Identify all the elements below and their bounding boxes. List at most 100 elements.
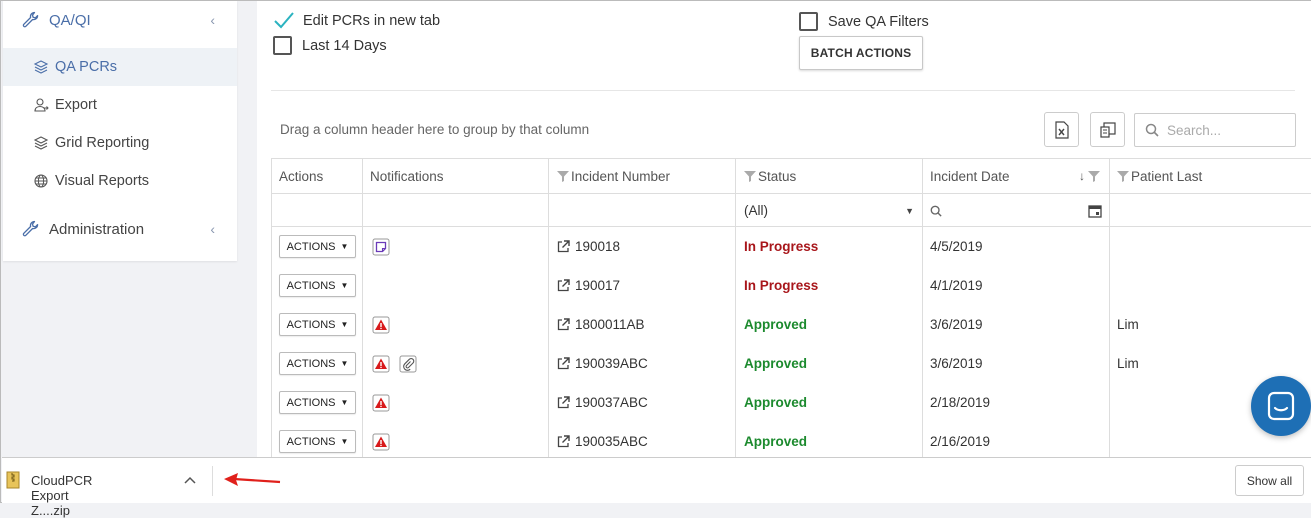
row-actions-button[interactable]: ACTIONS ▼ [279,313,356,336]
table-row: ACTIONS ▼ 190018 In Progress 4/5/2019 [272,227,1311,266]
sidebar-item-export[interactable]: Export [3,86,237,124]
incident-number: 190039ABC [575,356,648,371]
sidebar-section-administration[interactable]: Administration ‹ [3,210,237,248]
incident-number: 190037ABC [575,395,648,410]
column-header-incident-number[interactable]: Incident Number [557,159,670,193]
actions-cell: ACTIONS ▼ [279,266,356,305]
table-row: ACTIONS ▼ 1800011AB Approved 3/6/2019 Lim [272,305,1311,344]
sidebar-section-label: QA/QI [49,11,91,29]
row-actions-button[interactable]: ACTIONS ▼ [279,274,356,297]
row-actions-label: ACTIONS [286,318,336,331]
filter-icon [1117,171,1129,182]
checkmark-icon [274,12,294,29]
search-input[interactable] [1167,122,1287,138]
date-filter-input[interactable] [930,194,1102,227]
actions-cell: ACTIONS ▼ [279,227,356,266]
incident-number-link[interactable]: 190039ABC [557,344,648,383]
show-all-downloads-button[interactable]: Show all [1235,465,1304,496]
actions-cell: ACTIONS ▼ [279,344,356,383]
column-chooser-button[interactable] [1090,112,1125,147]
external-link-icon [557,435,570,448]
status-cell: Approved [744,356,808,371]
actions-cell: ACTIONS ▼ [279,422,356,458]
calendar-icon[interactable] [1088,204,1102,218]
row-actions-label: ACTIONS [286,396,336,409]
warning-icon[interactable] [372,355,390,373]
dropdown-caret-icon: ▼ [340,359,349,368]
incident-number-link[interactable]: 190018 [557,227,620,266]
sidebar-item-label: Export [55,97,97,113]
incident-number-link[interactable]: 190037ABC [557,383,648,422]
edit-new-tab-checkbox[interactable]: Edit PCRs in new tab [273,11,440,30]
dropdown-caret-icon: ▼ [340,320,349,329]
sidebar-item-qa-pcrs[interactable]: QA PCRs [3,48,237,86]
incident-date-cell: 4/1/2019 [930,278,983,293]
row-actions-label: ACTIONS [286,435,336,448]
notifications-cell [372,344,426,383]
table-row: ACTIONS ▼ 190039ABC Approved 3/6/2019 Lim [272,344,1311,383]
chat-launcher-button[interactable] [1251,376,1311,436]
chevron-up-icon[interactable] [180,470,200,490]
row-actions-button[interactable]: ACTIONS ▼ [279,430,356,453]
dropdown-caret-icon: ▼ [905,205,914,216]
status-cell: Approved [744,317,808,332]
column-header-notifications[interactable]: Notifications [370,159,444,193]
column-header-patient-last[interactable]: Patient Last [1117,159,1202,193]
search-box[interactable] [1134,113,1296,147]
data-grid: Actions Notifications Incident Number St… [271,158,1311,458]
divider [271,90,1295,91]
incident-number-link[interactable]: 1800011AB [557,305,645,344]
column-header-label: Incident Number [571,168,671,184]
column-header-label: Notifications [370,168,444,184]
incident-number: 1800011AB [575,317,645,332]
status-cell: Approved [744,395,808,410]
incident-date-cell: 2/18/2019 [930,395,991,410]
sidebar-item-grid-reporting[interactable]: Grid Reporting [3,124,237,162]
dropdown-caret-icon: ▼ [340,437,349,446]
checkbox-box [799,12,818,31]
divider [212,466,213,496]
incident-date-cell: 2/16/2019 [930,434,991,449]
row-actions-button[interactable]: ACTIONS ▼ [279,352,356,375]
layers-icon [33,136,49,150]
external-link-icon [557,396,570,409]
external-link-icon [557,240,570,253]
table-row: ACTIONS ▼ 190017 In Progress 4/1/2019 [272,266,1311,305]
column-header-label: Incident Date [930,168,1010,184]
download-filename: CloudPCR Export Z....zip [31,473,93,518]
dropdown-caret-icon: ▼ [340,242,349,251]
paperclip-icon[interactable] [399,355,417,373]
chevron-left-icon: ‹ [210,221,215,237]
status-filter-select[interactable]: (All) ▼ [744,194,914,227]
filter-icon [744,171,756,182]
sidebar-item-visual-reports[interactable]: Visual Reports [3,162,237,200]
column-header-actions[interactable]: Actions [279,159,323,193]
excel-export-button[interactable] [1044,112,1079,147]
status-filter-value: (All) [744,203,768,218]
incident-number: 190017 [575,278,621,293]
save-qa-filters-checkbox[interactable]: Save QA Filters [799,12,929,31]
external-link-icon [557,279,570,292]
row-actions-button[interactable]: ACTIONS ▼ [279,235,356,258]
actions-cell: ACTIONS ▼ [279,305,356,344]
batch-actions-button[interactable]: BATCH ACTIONS [799,36,923,70]
chat-icon [1267,391,1295,421]
warning-icon[interactable] [372,394,390,412]
dropdown-caret-icon: ▼ [340,398,349,407]
sidebar-section-qaqi[interactable]: QA/QI ‹ [3,1,237,39]
incident-number-link[interactable]: 190017 [557,266,620,305]
last-14-days-checkbox[interactable]: Last 14 Days [273,36,387,55]
search-icon [930,205,942,217]
row-actions-button[interactable]: ACTIONS ▼ [279,391,356,414]
wrench-icon [22,11,39,28]
column-header-label: Status [758,168,797,184]
column-header-incident-date[interactable]: Incident Date ↓ [930,159,1102,193]
incident-number-link[interactable]: 190035ABC [557,422,648,458]
notifications-cell [372,422,399,458]
warning-icon[interactable] [372,316,390,334]
filter-icon [1088,171,1100,182]
note-icon[interactable] [372,238,390,256]
column-header-status[interactable]: Status [744,159,796,193]
sidebar-item-label: Visual Reports [55,173,150,189]
warning-icon[interactable] [372,433,390,451]
